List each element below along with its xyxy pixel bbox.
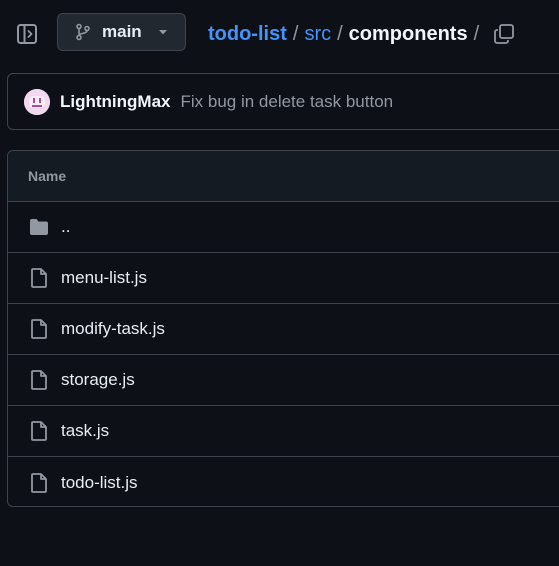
breadcrumb-src-link[interactable]: src	[304, 23, 331, 46]
file-name: modify-task.js	[61, 319, 165, 338]
branch-selector-button[interactable]: main	[57, 13, 186, 51]
branch-name: main	[102, 22, 142, 41]
table-header: Name	[8, 151, 559, 202]
breadcrumb-repo-link[interactable]: todo-list	[208, 23, 287, 46]
file-row[interactable]: modify-task.js	[8, 304, 559, 355]
file-name: storage.js	[61, 370, 135, 389]
breadcrumb-separator: /	[292, 22, 299, 45]
git-branch-icon	[74, 23, 92, 41]
file-icon	[29, 472, 49, 493]
copy-path-icon[interactable]	[492, 22, 516, 46]
caret-down-icon	[157, 26, 169, 38]
avatar[interactable]	[24, 88, 50, 115]
file-icon	[29, 421, 49, 441]
breadcrumb: todo-list / src / components /	[208, 21, 485, 47]
column-header-name: Name	[28, 168, 67, 184]
folder-icon	[29, 217, 49, 237]
file-table: Name .. menu-list.js modify-task.js stor…	[7, 150, 559, 507]
breadcrumb-separator: /	[473, 22, 480, 45]
file-row[interactable]: todo-list.js	[8, 457, 559, 506]
commit-author[interactable]: LightningMax	[60, 92, 170, 112]
file-icon	[29, 268, 49, 288]
sidebar-toggle-icon[interactable]	[16, 23, 38, 45]
file-name: menu-list.js	[61, 268, 147, 287]
file-row[interactable]: task.js	[8, 406, 559, 457]
file-name: task.js	[61, 421, 110, 440]
file-row[interactable]: menu-list.js	[8, 253, 559, 304]
file-icon	[29, 370, 49, 390]
commit-message[interactable]: Fix bug in delete task button	[180, 92, 393, 112]
file-name: todo-list.js	[61, 472, 138, 492]
parent-directory-label: ..	[61, 217, 71, 236]
file-icon	[29, 319, 49, 339]
file-row[interactable]: storage.js	[8, 355, 559, 406]
parent-directory-row[interactable]: ..	[8, 202, 559, 253]
breadcrumb-separator: /	[337, 22, 343, 45]
breadcrumb-current: components	[348, 22, 468, 45]
top-bar: main todo-list / src / components /	[0, 0, 559, 68]
latest-commit-bar: LightningMax Fix bug in delete task butt…	[7, 73, 559, 130]
